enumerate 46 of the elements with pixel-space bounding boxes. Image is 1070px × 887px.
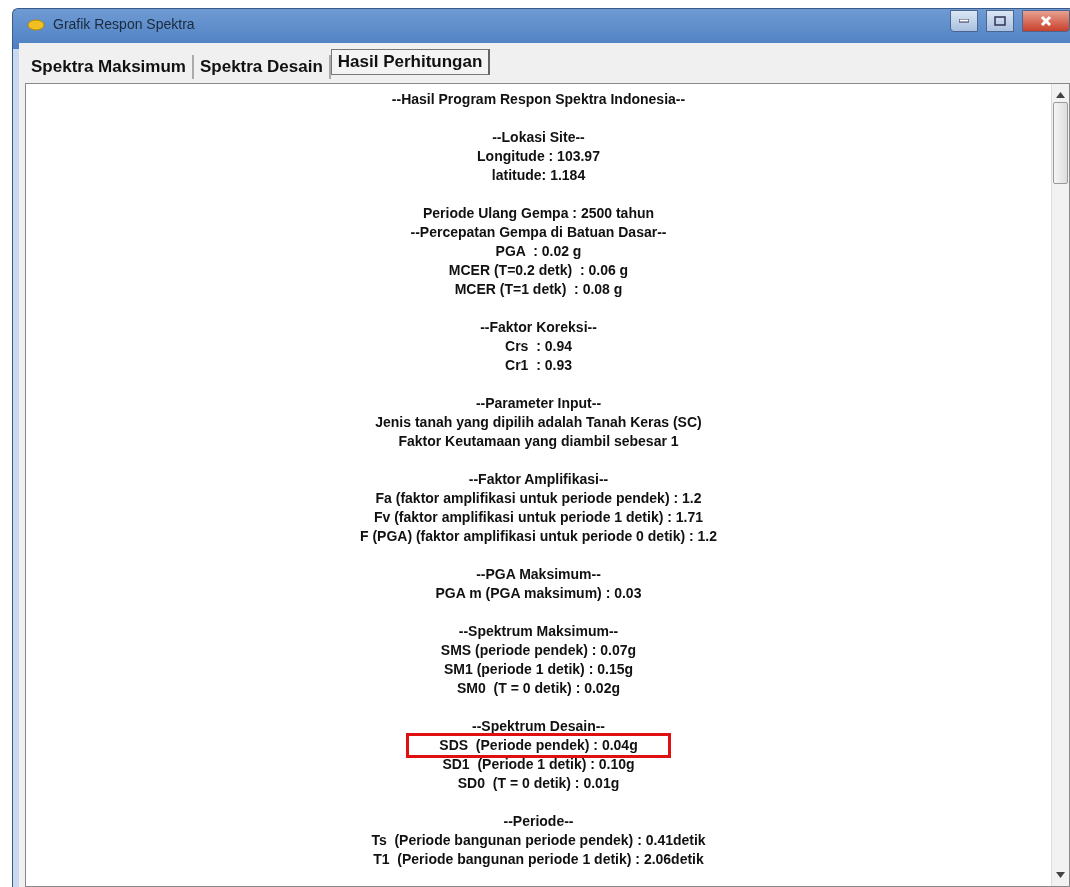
result-line: SMS (periode pendek) : 0.07g [439,641,638,660]
result-line: MCER (T=0.2 detk) : 0.06 g [447,261,630,280]
section-heading: --PGA Maksimum-- [475,565,602,584]
minimize-icon [959,19,969,23]
vertical-scrollbar[interactable] [1051,84,1069,886]
tab[interactable]: Hasil Perhitungan [330,49,491,75]
result-line: --Percepatan Gempa di Batuan Dasar-- [409,223,668,242]
app-icon [27,17,45,31]
minimize-button[interactable] [950,10,978,32]
result-line: SM0 (T = 0 detik) : 0.02g [456,679,621,698]
scroll-up-icon[interactable] [1056,92,1065,98]
result-line: SD0 (T = 0 detik) : 0.01g [456,774,621,793]
scroll-down-icon[interactable] [1056,872,1065,878]
result-line: PGA m (PGA maksimum) : 0.03 [434,584,643,603]
maximize-button[interactable] [986,10,1014,32]
result-line: Longitude : 103.97 [476,147,601,166]
result-line: F (PGA) (faktor amplifikasi untuk periode 0 detik) : 1.2 [358,527,719,546]
section-heading: --Parameter Input-- [474,394,603,413]
section-heading: Periode Ulang Gempa : 2500 tahun [421,204,656,223]
result-line: Crs : 0.94 [504,337,573,356]
result-line: PGA : 0.02 g [494,242,583,261]
window-title: Grafik Respon Spektra [53,16,196,32]
tab[interactable]: Spektra Maksimum [25,55,194,79]
close-icon [1040,15,1052,27]
section-heading: --Periode-- [502,812,575,831]
result-line: MCER (T=1 detk) : 0.08 g [453,280,624,299]
result-line: Fa (faktor amplifikasi untuk periode pendek) : 1.2 [374,489,703,508]
result-line: Cr1 : 0.93 [504,356,573,375]
section-heading: --Spektrum Maksimum-- [457,622,620,641]
scrollbar-thumb[interactable] [1053,102,1068,184]
section-heading: --Faktor Koreksi-- [479,318,598,337]
result-line: Jenis tanah yang dipilih adalah Tanah Keras (SC) [374,413,703,432]
section-heading: --Spektrum Desain-- [471,717,606,736]
highlighted-result-line: SDS (Periode pendek) : 0.04g [409,736,668,755]
result-line: latitude: 1.184 [490,166,587,185]
result-line: Fv (faktor amplifikasi untuk periode 1 detik) : 1.71 [372,508,705,527]
section-heading: --Lokasi Site-- [491,128,586,147]
result-line: T1 (Periode bangunan periode 1 detik) : 2.06detik [372,850,705,869]
result-line: SM1 (periode 1 detik) : 0.15g [442,660,635,679]
result-line: Faktor Keutamaan yang diambil sebesar 1 [397,432,680,451]
section-heading: --Faktor Amplifikasi-- [467,470,610,489]
report-title: --Hasil Program Respon Spektra Indonesia-- [390,90,687,109]
result-line: Ts (Periode bangunan periode pendek) : 0.41detik [370,831,707,850]
close-button[interactable] [1022,10,1070,32]
maximize-icon [994,16,1006,26]
result-line: SD1 (Periode 1 detik) : 0.10g [441,755,636,774]
